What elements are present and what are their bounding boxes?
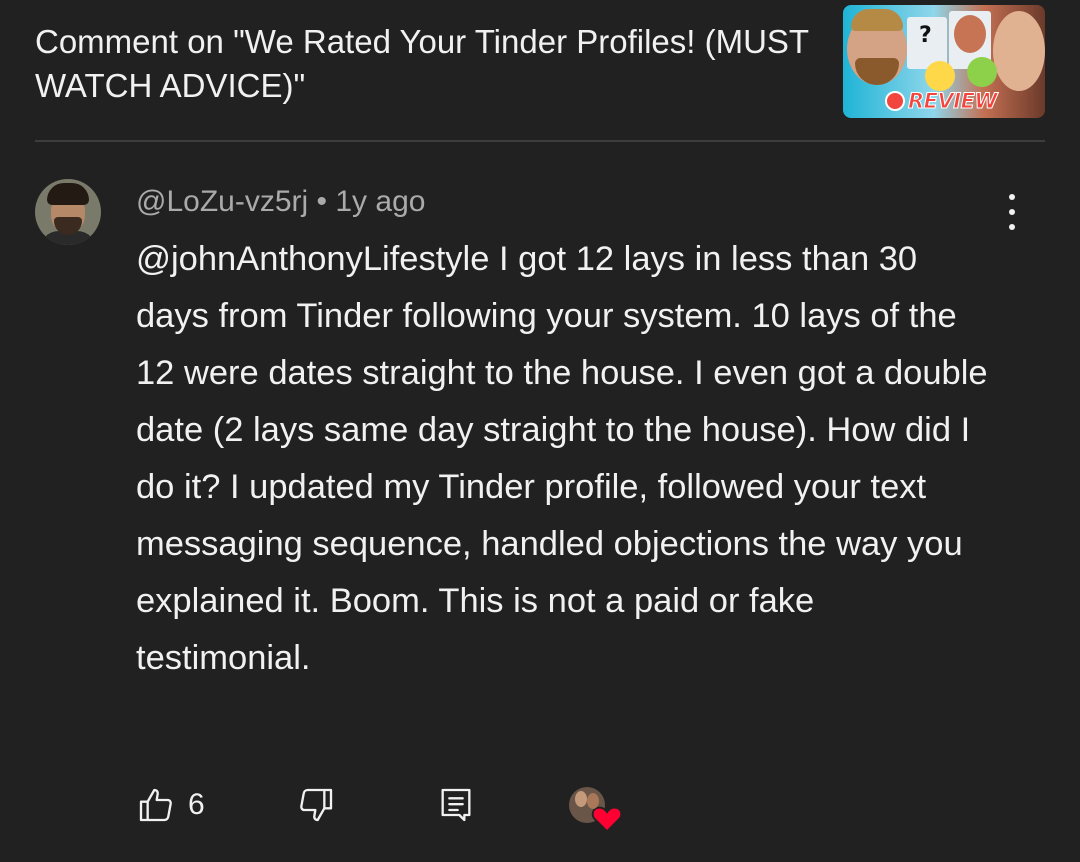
thumbs-up-icon bbox=[139, 788, 172, 822]
tinder-logo-icon bbox=[885, 91, 905, 111]
meta-separator: • bbox=[316, 185, 328, 218]
header-divider bbox=[35, 140, 1045, 142]
comment-text: @johnAnthonyLifestyle I got 12 lays in l… bbox=[136, 240, 988, 677]
thumbnail-face-left bbox=[847, 9, 907, 85]
comment-author[interactable]: @LoZu-vz5rj bbox=[136, 185, 308, 218]
video-thumbnail[interactable]: REVIEW bbox=[843, 5, 1045, 118]
sick-emoji-icon bbox=[967, 57, 997, 87]
thumbs-down-icon bbox=[300, 788, 333, 822]
thumbnail-face-right bbox=[987, 5, 1045, 105]
creator-heart-button[interactable] bbox=[569, 780, 623, 833]
comment-time: 1y ago bbox=[335, 185, 426, 218]
thumbnail-badge-text: REVIEW bbox=[907, 89, 998, 114]
thumbnail-badge: REVIEW bbox=[885, 88, 998, 114]
more-vertical-icon-dot bbox=[1009, 209, 1015, 215]
creator-heart-icon bbox=[591, 806, 623, 833]
avatar-hair bbox=[47, 183, 89, 205]
reply-button[interactable] bbox=[436, 780, 476, 830]
like-button[interactable]: 6 bbox=[136, 780, 205, 830]
more-vertical-icon-dot bbox=[1009, 224, 1015, 230]
like-count: 6 bbox=[188, 788, 205, 821]
dislike-button[interactable] bbox=[296, 780, 336, 830]
thinking-emoji-icon bbox=[925, 61, 955, 91]
page-title: Comment on "We Rated Your Tinder Profile… bbox=[35, 23, 809, 104]
avatar[interactable] bbox=[35, 179, 101, 245]
creator-avatar bbox=[569, 787, 623, 833]
comment-meta: @LoZu-vz5rj • 1y ago bbox=[136, 183, 425, 221]
more-options-button[interactable] bbox=[997, 192, 1027, 232]
more-vertical-icon bbox=[1009, 194, 1015, 200]
reply-icon bbox=[441, 788, 471, 822]
